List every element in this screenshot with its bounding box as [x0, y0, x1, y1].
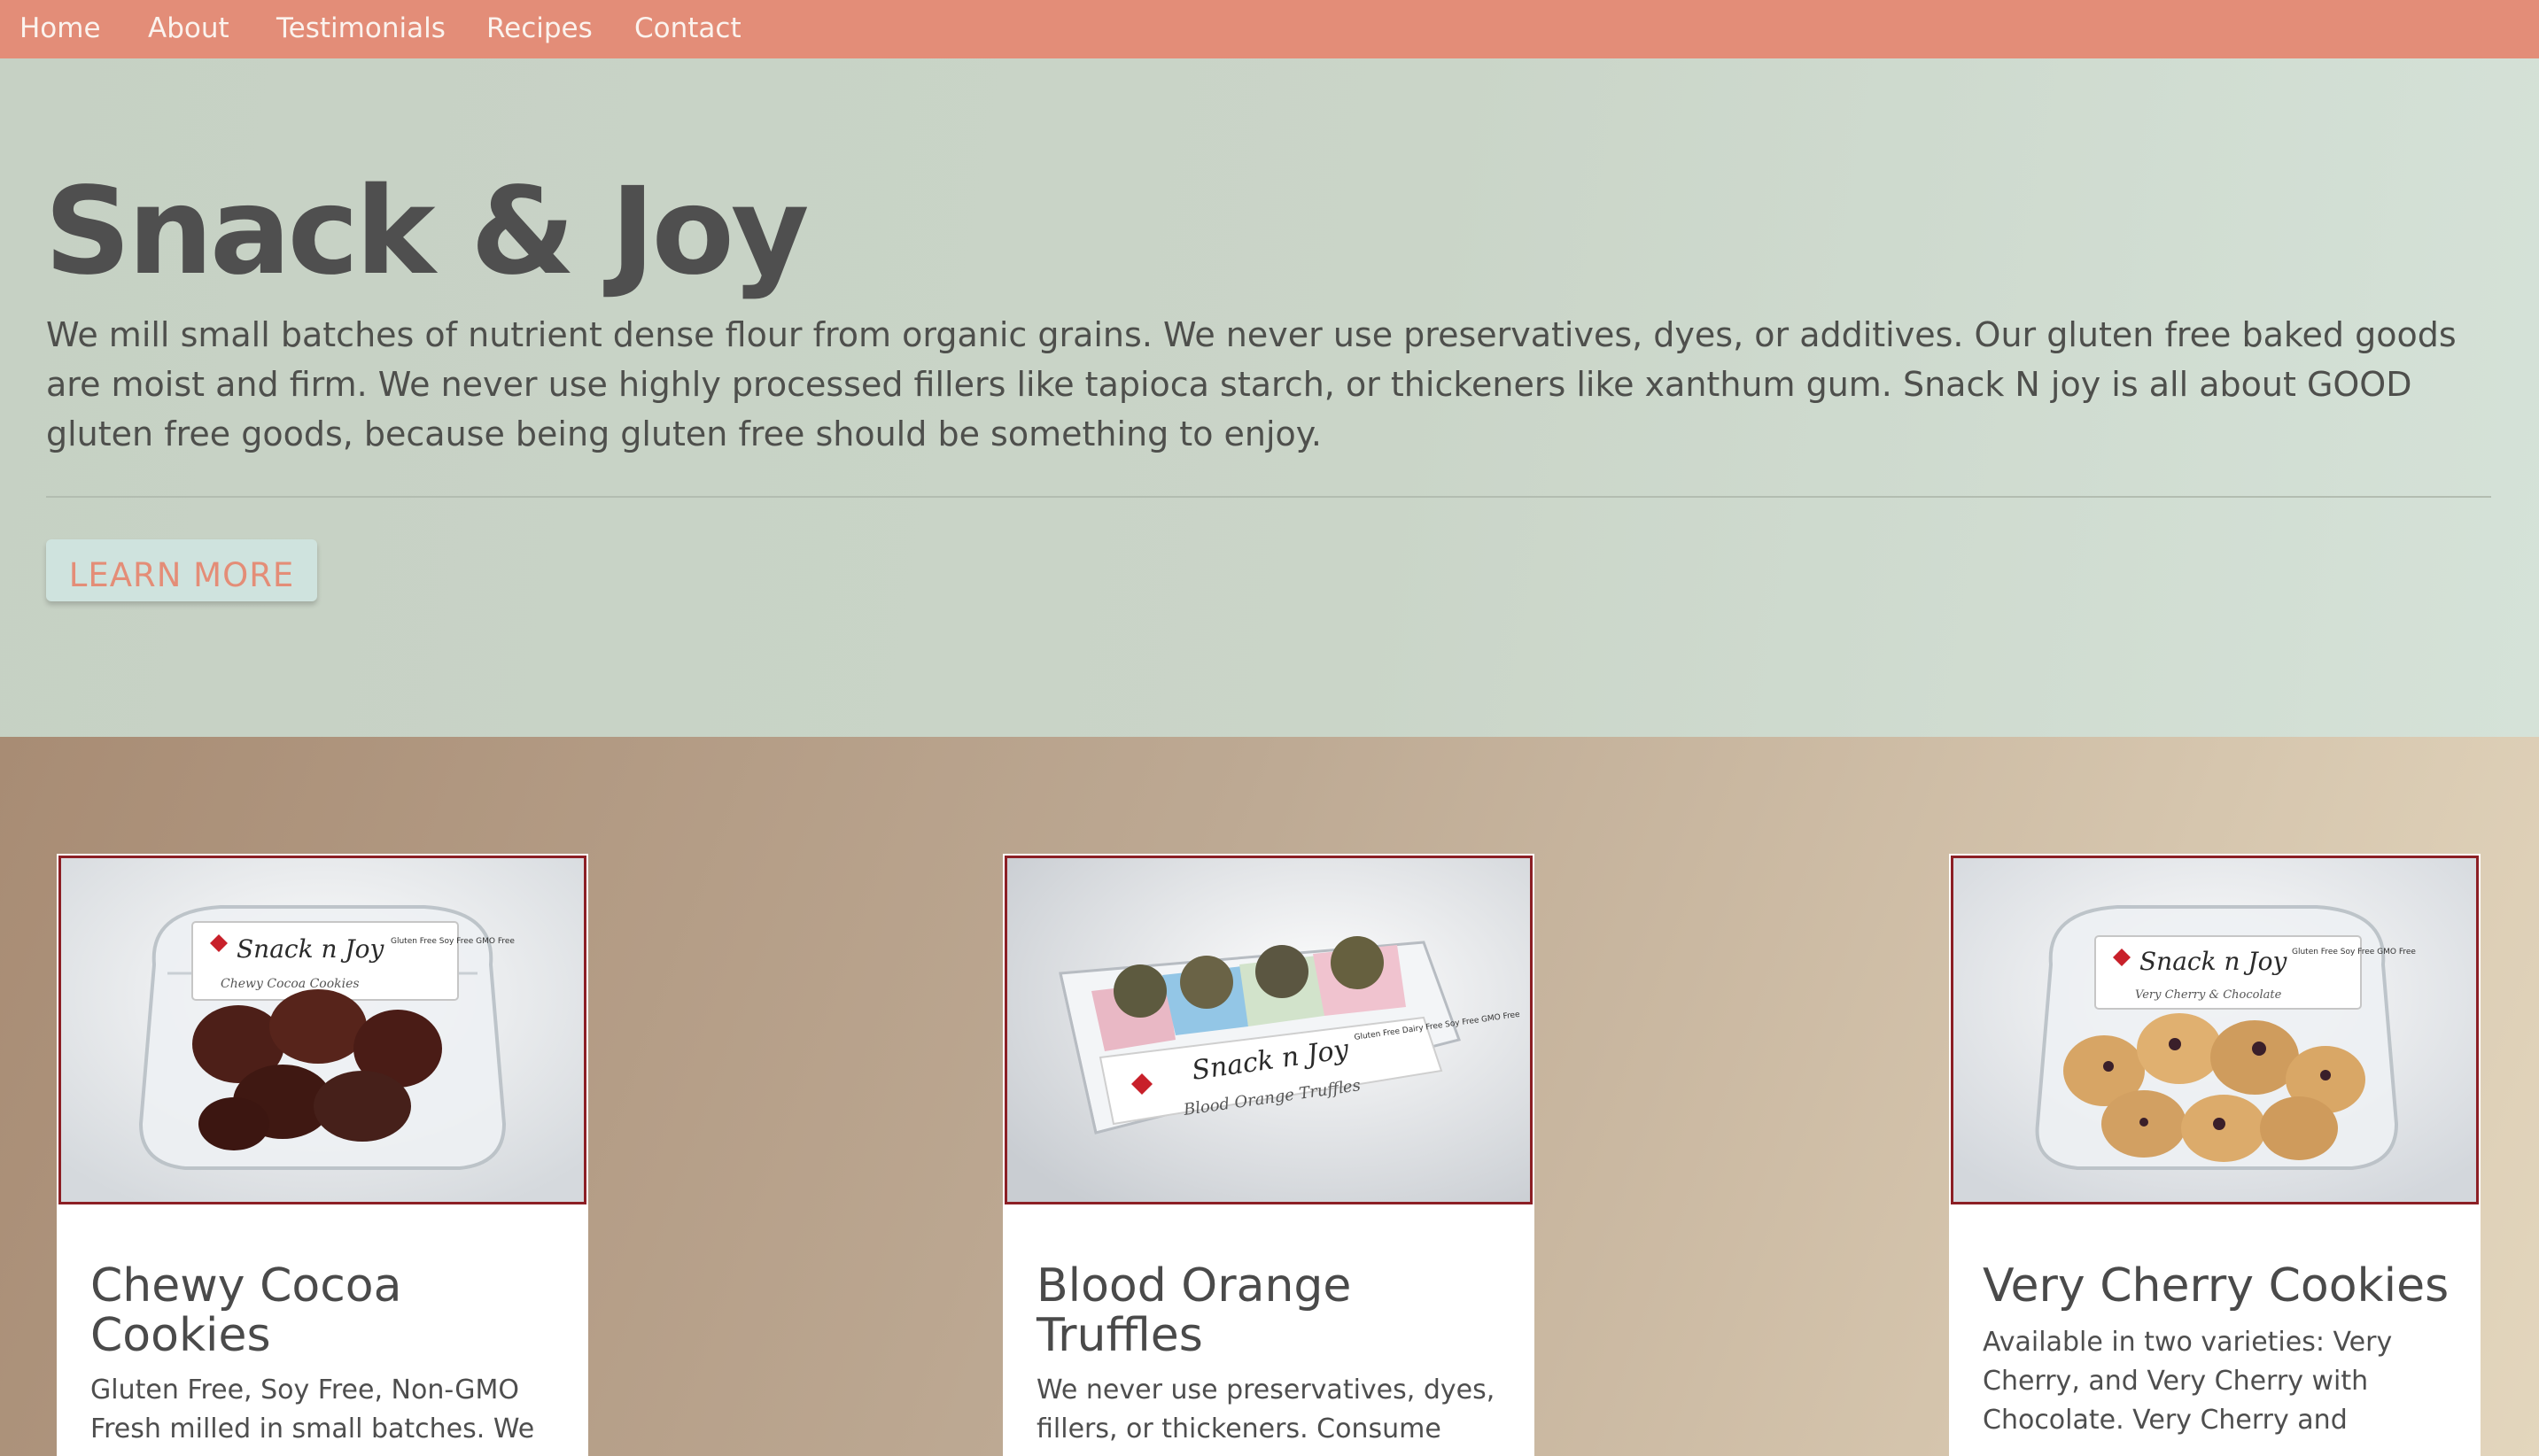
products-section: Snack n Joy Chewy Cocoa Cookies Gluten F… — [0, 737, 2539, 1456]
hero-divider — [46, 496, 2491, 498]
product-card-chewy-cocoa[interactable]: Snack n Joy Chewy Cocoa Cookies Gluten F… — [57, 854, 588, 1456]
label-product-text: Chewy Cocoa Cookies — [221, 977, 360, 991]
cookie-container-illustration: Snack n Joy Very Cherry & Chocolate Glut… — [1953, 858, 2476, 1202]
product-card-blood-orange[interactable]: Snack n Joy Blood Orange Truffles Gluten… — [1003, 854, 1534, 1456]
nav-link-recipes[interactable]: Recipes — [486, 0, 593, 58]
product-card-very-cherry[interactable]: Snack n Joy Very Cherry & Chocolate Glut… — [1949, 854, 2481, 1456]
cookie-container-illustration: Snack n Joy Chewy Cocoa Cookies Gluten F… — [61, 858, 584, 1202]
nav-link-home[interactable]: Home — [19, 0, 101, 58]
product-title: Very Cherry Cookies — [1983, 1259, 2450, 1313]
product-description: We never use preservatives, dyes, filler… — [1037, 1375, 1495, 1444]
label-claims-text: Gluten Free Soy Free GMO Free — [391, 937, 515, 946]
hero-description: We mill small batches of nutrient dense … — [46, 315, 2457, 453]
product-image-chewy-cocoa[interactable]: Snack n Joy Chewy Cocoa Cookies Gluten F… — [58, 856, 586, 1204]
hero-title: Snack & Joy — [44, 162, 810, 302]
label-brand-text: Snack n Joy — [237, 934, 384, 964]
learn-more-button[interactable]: LEARN MORE — [46, 539, 317, 601]
product-title: Blood Orange Truffles — [1037, 1259, 1352, 1362]
label-product-text: Very Cherry & Chocolate — [2135, 988, 2282, 1002]
hero-section: Snack & Joy We mill small batches of nut… — [0, 58, 2539, 737]
nav-link-testimonials[interactable]: Testimonials — [276, 0, 446, 58]
top-nav: Home About Testimonials Recipes Contact — [0, 0, 2539, 58]
product-title: Chewy Cocoa Cookies — [90, 1259, 402, 1362]
product-image-very-cherry[interactable]: Snack n Joy Very Cherry & Chocolate Glut… — [1951, 856, 2479, 1204]
nav-link-contact[interactable]: Contact — [634, 0, 742, 58]
label-claims-text: Gluten Free Soy Free GMO Free — [2292, 948, 2416, 956]
product-description: Available in two varieties: Very Cherry,… — [1983, 1327, 2393, 1436]
product-description: Gluten Free, Soy Free, Non-GMO Fresh mil… — [90, 1375, 535, 1444]
label-brand-text: Snack n Joy — [2139, 947, 2287, 976]
truffle-box-illustration: Snack n Joy Blood Orange Truffles Gluten… — [1007, 858, 1530, 1202]
product-image-blood-orange[interactable]: Snack n Joy Blood Orange Truffles Gluten… — [1005, 856, 1533, 1204]
nav-link-about[interactable]: About — [148, 0, 229, 58]
